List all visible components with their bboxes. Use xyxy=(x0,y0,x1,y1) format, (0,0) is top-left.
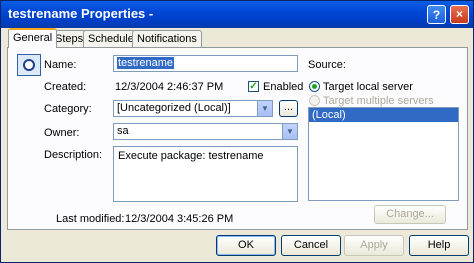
last-modified-value: 12/3/2004 3:45:26 PM xyxy=(125,213,234,225)
package-icon xyxy=(17,54,41,76)
description-label: Description: xyxy=(44,149,103,161)
name-input[interactable]: testrename xyxy=(113,55,298,72)
tab-general[interactable]: General xyxy=(8,28,58,48)
properties-dialog: testrename Properties - ? × General Step… xyxy=(0,0,474,263)
last-modified-label: Last modified: xyxy=(56,213,125,225)
apply-button[interactable]: Apply xyxy=(344,235,404,256)
source-label: Source: xyxy=(308,59,346,71)
target-local-label: Target local server xyxy=(323,81,413,93)
server-list[interactable]: (Local) xyxy=(308,107,459,201)
cancel-button[interactable]: Cancel xyxy=(281,235,341,256)
owner-value: sa xyxy=(117,125,129,137)
ok-button[interactable]: OK xyxy=(216,235,276,256)
created-label: Created: xyxy=(44,81,87,93)
description-textarea[interactable]: Execute package: testrename xyxy=(113,146,298,202)
created-value: 12/3/2004 2:46:37 PM xyxy=(115,81,224,93)
category-browse-button[interactable]: ... xyxy=(279,100,298,117)
category-select[interactable]: [Uncategorized (Local)] ▼ xyxy=(113,100,273,117)
target-multiple-label: Target multiple servers xyxy=(323,95,434,107)
enabled-label: Enabled xyxy=(263,81,304,93)
owner-label: Owner: xyxy=(44,127,80,139)
category-value: [Uncategorized (Local)] xyxy=(117,102,231,114)
help-title-button[interactable]: ? xyxy=(427,5,446,24)
close-button[interactable]: × xyxy=(450,5,469,24)
change-button[interactable]: Change... xyxy=(374,205,446,224)
help-button[interactable]: Help xyxy=(409,235,469,256)
enabled-checkbox[interactable]: ✓ xyxy=(248,81,259,92)
target-local-radio[interactable] xyxy=(309,81,320,92)
description-value: Execute package: testrename xyxy=(118,150,264,162)
chevron-down-icon[interactable]: ▼ xyxy=(257,101,272,116)
title-bar[interactable]: testrename Properties - ? × xyxy=(1,1,473,28)
category-label: Category: xyxy=(44,103,92,115)
window-title: testrename Properties - xyxy=(8,6,154,21)
tab-notifications[interactable]: Notifications xyxy=(132,30,202,47)
chevron-down-icon[interactable]: ▼ xyxy=(282,124,297,139)
name-label: Name: xyxy=(44,59,77,71)
list-item[interactable]: (Local) xyxy=(309,108,458,122)
target-multiple-radio[interactable] xyxy=(309,95,320,106)
name-value: testrename xyxy=(117,57,175,69)
owner-select[interactable]: sa ▼ xyxy=(113,123,298,140)
